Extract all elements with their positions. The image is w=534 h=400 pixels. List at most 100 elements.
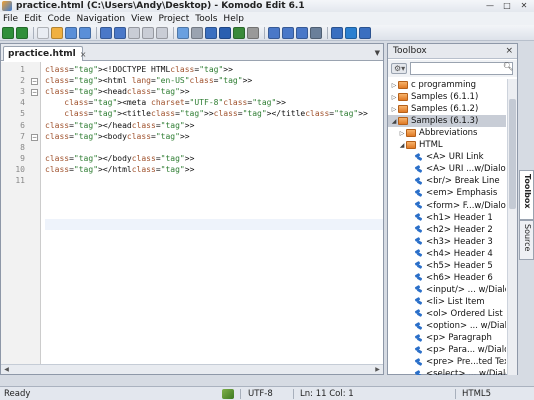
forward-arrow-icon[interactable] [16,26,28,39]
side-tab-toolbox[interactable]: Toolbox [519,170,534,220]
tab-close-icon[interactable]: × [80,50,87,59]
toolbox-folder[interactable]: ◢ Samples (6.1.3) [388,115,506,128]
menu-view[interactable]: View [128,14,155,24]
minimize-button[interactable]: — [482,0,498,11]
code-editor[interactable]: class="tag"><!DOCTYPE HTMLclass="tag">> c… [45,62,383,366]
menu-help[interactable]: Help [220,14,247,24]
fold-toggle-icon[interactable]: − [31,89,38,97]
menu-file[interactable]: File [0,14,21,24]
code-line[interactable]: class="tag"><!DOCTYPE HTMLclass="tag">> [45,65,233,74]
paste-icon[interactable] [156,26,168,39]
back-arrow-icon[interactable] [2,26,14,39]
fold-toggle-icon[interactable]: − [31,133,38,141]
horizontal-scrollbar[interactable]: ◀ ▶ [1,364,383,374]
toolbox-folder[interactable]: ▷ c programming [388,79,506,91]
new-file-icon[interactable] [37,26,49,39]
save-all-icon[interactable] [79,26,91,39]
scroll-right-icon[interactable]: ▶ [373,366,382,374]
toggle-pane-icon[interactable] [268,26,280,39]
toolbox-snippet[interactable]: <h4> Header 4 [388,248,506,260]
run-icon[interactable] [233,26,245,39]
toolbox-snippet[interactable]: <form> F...w/Dialog [388,200,506,212]
redo-icon[interactable] [114,26,126,39]
copy-icon[interactable] [142,26,154,39]
expand-arrow-icon[interactable]: ▷ [398,130,406,137]
toolbox-search-input[interactable] [410,62,513,75]
expand-arrow-icon[interactable]: ▷ [390,106,398,113]
toolbox-snippet[interactable]: <ol> Ordered List [388,308,506,320]
code-line[interactable]: class="tag"><titleclass="tag">>class="ta… [45,109,368,118]
print-icon[interactable] [191,26,203,39]
toolbox-scroll-thumb[interactable] [509,99,516,209]
tree-item-label: <h5> Header 5 [426,260,493,271]
code-line[interactable]: class="tag"><headclass="tag">> [45,87,190,96]
toolbox-snippet[interactable]: <option> ... w/Dialog [388,320,506,332]
toolbox-close-icon[interactable]: × [505,46,513,56]
language-status[interactable]: HTML5 [462,389,491,399]
toolbox-snippet[interactable]: <p> Para... w/Dialog [388,344,506,356]
toolbox-folder[interactable]: ▷ Abbreviations [388,127,506,139]
menu-project[interactable]: Project [155,14,192,24]
preview-icon[interactable] [205,26,217,39]
encoding-status[interactable]: UTF-8 [248,389,273,399]
toolbox-snippet[interactable]: <input/> ... w/Dialog [388,284,506,296]
code-line[interactable]: class="tag"><html lang="en-US"class="tag… [45,76,252,85]
code-line[interactable]: class="tag"></headclass="tag">> [45,121,194,130]
save-icon[interactable] [65,26,77,39]
toolbox-snippet[interactable]: <h1> Header 1 [388,212,506,224]
collapse-arrow-icon[interactable]: ◢ [390,118,398,125]
komodo-icon[interactable] [359,26,371,39]
fold-toggle-icon[interactable]: − [31,78,38,86]
toolbox-snippet[interactable]: <em> Emphasis [388,187,506,199]
line-number: 10 [15,164,25,174]
toolbox-snippet[interactable]: <pre> Pre...ted Text [388,356,506,368]
help-icon[interactable] [219,26,231,39]
undo-icon[interactable] [100,26,112,39]
menu-edit[interactable]: Edit [21,14,44,24]
toolbox-snippet[interactable]: <select> ... w/Dialog [388,368,506,375]
refresh-icon[interactable] [345,26,357,39]
expand-arrow-icon[interactable]: ▷ [390,94,398,101]
view-icon[interactable] [310,26,322,39]
toolbox-folder[interactable]: ▷ Samples (6.1.2) [388,103,506,115]
toolbox-folder[interactable]: ◢ HTML [388,139,506,151]
open-folder-icon[interactable] [51,26,63,39]
expand-arrow-icon[interactable]: ▷ [390,82,398,89]
close-window-button[interactable]: ✕ [516,0,532,11]
scroll-left-icon[interactable]: ◀ [2,366,11,374]
run-dropdown-icon[interactable] [247,26,259,39]
maximize-button[interactable]: □ [499,0,515,11]
toolbox-snippet[interactable]: <h2> Header 2 [388,224,506,236]
menu-tools[interactable]: Tools [192,14,220,24]
toolbox-snippet[interactable]: <h5> Header 5 [388,260,506,272]
code-line[interactable]: class="tag"></htmlclass="tag">> [45,165,194,174]
toolbox-snippet[interactable]: <p> Paragraph [388,332,506,344]
search-icon[interactable]: 🔍︎ [503,62,513,71]
toolbox-snippet[interactable]: <h6> Header 6 [388,272,506,284]
menu-navigation[interactable]: Navigation [74,14,129,24]
tab-practice-html[interactable]: practice.html × [3,46,86,61]
cut-icon[interactable] [128,26,140,39]
toolbox-snippet[interactable]: <A> URI ...w/Dialog [388,163,506,175]
menu-code[interactable]: Code [45,14,74,24]
toolbox-folder[interactable]: ▷ Samples (6.1.1) [388,91,506,103]
find-icon[interactable] [177,26,189,39]
toolbox-snippet[interactable]: <li> List Item [388,296,506,308]
mail-icon[interactable] [331,26,343,39]
check-syntax-icon[interactable] [222,389,234,399]
tabs-dropdown-icon[interactable]: ▼ [375,49,380,57]
side-tab-source[interactable]: Source [519,220,534,260]
toolbox-snippet[interactable]: <A> URI Link [388,151,506,163]
status-bar: Ready UTF-8 Ln: 11 Col: 1 HTML5 [0,386,534,400]
toggle-right-pane-icon[interactable] [296,26,308,39]
tree-item-label: <em> Emphasis [426,188,498,199]
code-line[interactable]: class="tag"></bodyclass="tag">> [45,154,194,163]
toolbox-snippet[interactable]: <br/> Break Line [388,175,506,187]
code-line[interactable]: class="tag"><meta charset="UTF-8"class="… [45,98,286,107]
toolbox-options-button[interactable]: ⚙▾ [391,63,407,74]
toggle-bottom-pane-icon[interactable] [282,26,294,39]
code-line[interactable]: class="tag"><bodyclass="tag">> [45,132,190,141]
toolbox-snippet[interactable]: <h3> Header 3 [388,236,506,248]
toolbox-scrollbar[interactable] [507,79,517,375]
collapse-arrow-icon[interactable]: ◢ [398,142,406,149]
